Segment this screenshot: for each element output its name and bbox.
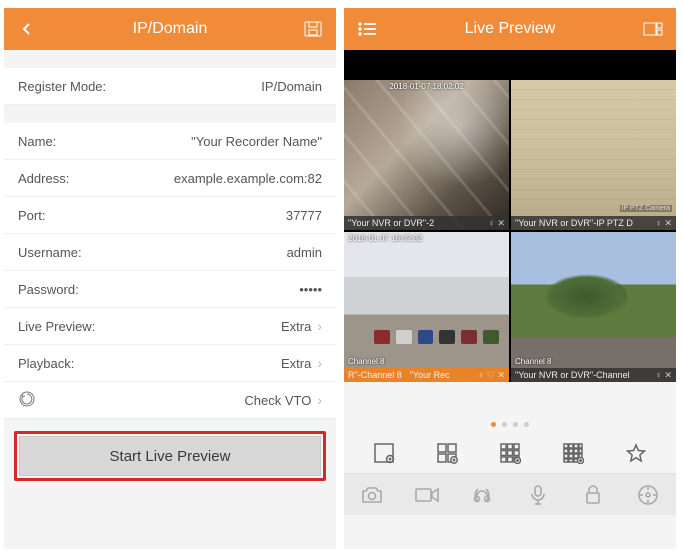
camera-caption: "Your NVR or DVR"-IP PTZ D ♀ ✕ bbox=[511, 216, 676, 230]
layout-icon[interactable] bbox=[640, 16, 666, 42]
header-title: Live Preview bbox=[465, 20, 556, 38]
camera-caption: "Your NVR or DVR"-Channel ♀ ✕ bbox=[511, 368, 676, 382]
camera-caption: R"-Channel 8 "Your Rec ♀ ♡ ✕ bbox=[344, 368, 509, 382]
address-row[interactable]: Address: example.example.com:82 bbox=[4, 160, 336, 197]
page-dot[interactable] bbox=[513, 422, 518, 427]
ptz-label: IP PTZ Camera bbox=[620, 205, 673, 212]
header-bar: Live Preview bbox=[344, 8, 676, 50]
register-mode-value: IP/Domain bbox=[261, 79, 322, 94]
camera-caption: "Your NVR or DVR"-2 ♀ ✕ bbox=[344, 216, 509, 230]
playback-value: Extra bbox=[281, 356, 311, 371]
chevron-right-icon: › bbox=[317, 318, 322, 334]
camera-mini-icons: ♀ ♡ ✕ bbox=[478, 370, 505, 381]
ptz-control-icon[interactable] bbox=[633, 480, 663, 510]
password-label: Password: bbox=[18, 282, 79, 297]
username-label: Username: bbox=[18, 245, 82, 260]
audio-icon[interactable] bbox=[467, 480, 497, 510]
name-label: Name: bbox=[18, 134, 56, 149]
layout-1x1-icon[interactable] bbox=[370, 439, 398, 467]
save-icon[interactable] bbox=[300, 16, 326, 42]
name-row[interactable]: Name: "Your Recorder Name" bbox=[4, 123, 336, 160]
layout-2x2-icon[interactable] bbox=[433, 439, 461, 467]
camera-tile-3[interactable]: 2018-01-07 18:02:02 Channel 8 R"-Channel… bbox=[344, 232, 509, 382]
record-icon[interactable] bbox=[412, 480, 442, 510]
name-value: "Your Recorder Name" bbox=[191, 134, 322, 149]
username-value: admin bbox=[287, 245, 322, 260]
microphone-icon[interactable] bbox=[523, 480, 553, 510]
page-dot[interactable] bbox=[524, 422, 529, 427]
live-preview-label: Live Preview: bbox=[18, 319, 95, 334]
camera-caption-text: R"-Channel 8 bbox=[348, 370, 402, 380]
port-label: Port: bbox=[18, 208, 45, 223]
start-live-preview-button[interactable]: Start Live Preview bbox=[19, 436, 321, 476]
username-row[interactable]: Username: admin bbox=[4, 234, 336, 271]
camera-mini-icons: ♀ ✕ bbox=[655, 370, 672, 381]
address-value: example.example.com:82 bbox=[174, 171, 322, 186]
channel-label: Channel 8 bbox=[348, 357, 384, 366]
camera-caption-text: "Your NVR or DVR"-IP PTZ D bbox=[515, 218, 633, 228]
address-label: Address: bbox=[18, 171, 69, 186]
header-title: IP/Domain bbox=[133, 20, 208, 38]
port-value: 37777 bbox=[286, 208, 322, 223]
snapshot-icon[interactable] bbox=[357, 480, 387, 510]
start-button-highlight: Start Live Preview bbox=[14, 431, 326, 481]
channel-label: Channel 8 bbox=[515, 357, 551, 366]
layout-selector-row bbox=[344, 435, 676, 473]
header-bar: IP/Domain bbox=[4, 8, 336, 50]
page-dot[interactable] bbox=[491, 422, 496, 427]
camera-caption-text: "Your NVR or DVR"-2 bbox=[348, 218, 434, 228]
port-row[interactable]: Port: 37777 bbox=[4, 197, 336, 234]
page-dot[interactable] bbox=[502, 422, 507, 427]
register-mode-row: Register Mode: IP/Domain bbox=[4, 68, 336, 105]
chevron-right-icon: › bbox=[317, 355, 322, 371]
refresh-icon bbox=[18, 390, 36, 411]
camera-tile-4[interactable]: Channel 8 "Your NVR or DVR"-Channel ♀ ✕ bbox=[511, 232, 676, 382]
password-row[interactable]: Password: ••••• bbox=[4, 271, 336, 308]
favorite-star-icon[interactable] bbox=[622, 439, 650, 467]
password-value: ••••• bbox=[299, 282, 322, 297]
page-indicator bbox=[344, 422, 676, 427]
video-top-spacer bbox=[344, 50, 676, 80]
playback-row[interactable]: Playback: Extra › bbox=[4, 345, 336, 382]
camera-tile-1[interactable]: 2018-01-07 18:02:02 "Your NVR or DVR"-2 … bbox=[344, 80, 509, 230]
bottom-toolbar bbox=[344, 473, 676, 515]
check-vto-label: Check VTO bbox=[244, 393, 311, 408]
layout-3x3-icon[interactable] bbox=[496, 439, 524, 467]
lock-icon[interactable] bbox=[578, 480, 608, 510]
camera-timestamp: 2018-01-07 18:02:02 bbox=[389, 82, 463, 91]
back-button[interactable] bbox=[14, 16, 40, 42]
live-preview-value: Extra bbox=[281, 319, 311, 334]
chevron-right-icon: › bbox=[317, 392, 322, 408]
live-preview-screen: Live Preview 2018-01-07 18:02:02 "Your N… bbox=[344, 8, 676, 549]
camera-caption-sub: "Your Rec bbox=[410, 370, 450, 380]
camera-mini-icons: ♀ ✕ bbox=[488, 218, 505, 229]
camera-caption-text: "Your NVR or DVR"-Channel bbox=[515, 370, 630, 380]
menu-list-icon[interactable] bbox=[354, 16, 380, 42]
layout-4x4-icon[interactable] bbox=[559, 439, 587, 467]
check-vto-row[interactable]: Check VTO › bbox=[4, 382, 336, 419]
camera-mini-icons: ♀ ✕ bbox=[655, 218, 672, 229]
camera-timestamp: 2018-01-07 18:02:02 bbox=[348, 234, 422, 243]
register-mode-label: Register Mode: bbox=[18, 79, 106, 94]
camera-grid: 2018-01-07 18:02:02 "Your NVR or DVR"-2 … bbox=[344, 80, 676, 382]
config-screen: IP/Domain Register Mode: IP/Domain Name:… bbox=[4, 8, 336, 549]
playback-label: Playback: bbox=[18, 356, 74, 371]
camera-tile-2[interactable]: IP PTZ Camera "Your NVR or DVR"-IP PTZ D… bbox=[511, 80, 676, 230]
live-preview-row[interactable]: Live Preview: Extra › bbox=[4, 308, 336, 345]
